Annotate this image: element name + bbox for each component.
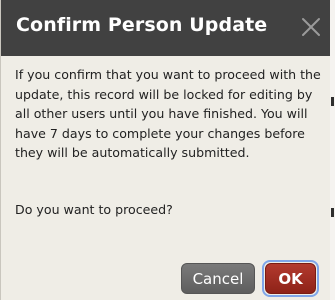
- background-page-fragment: [331, 97, 334, 106]
- dialog-message: If you confirm that you want to proceed …: [15, 67, 321, 161]
- dialog-titlebar: Confirm Person Update: [1, 0, 330, 56]
- background-page-edge: [330, 0, 335, 300]
- dialog-body: If you confirm that you want to proceed …: [1, 56, 330, 300]
- background-page-fragment: [331, 208, 334, 217]
- ok-button[interactable]: OK: [265, 263, 316, 294]
- dialog-question: Do you want to proceed?: [15, 202, 173, 217]
- dialog-title: Confirm Person Update: [16, 14, 268, 36]
- close-icon[interactable]: [298, 14, 324, 40]
- cancel-button[interactable]: Cancel: [181, 263, 255, 294]
- close-x-icon: [302, 18, 320, 36]
- confirm-dialog: Confirm Person Update If you confirm tha…: [0, 0, 330, 300]
- screen: Confirm Person Update If you confirm tha…: [0, 0, 335, 300]
